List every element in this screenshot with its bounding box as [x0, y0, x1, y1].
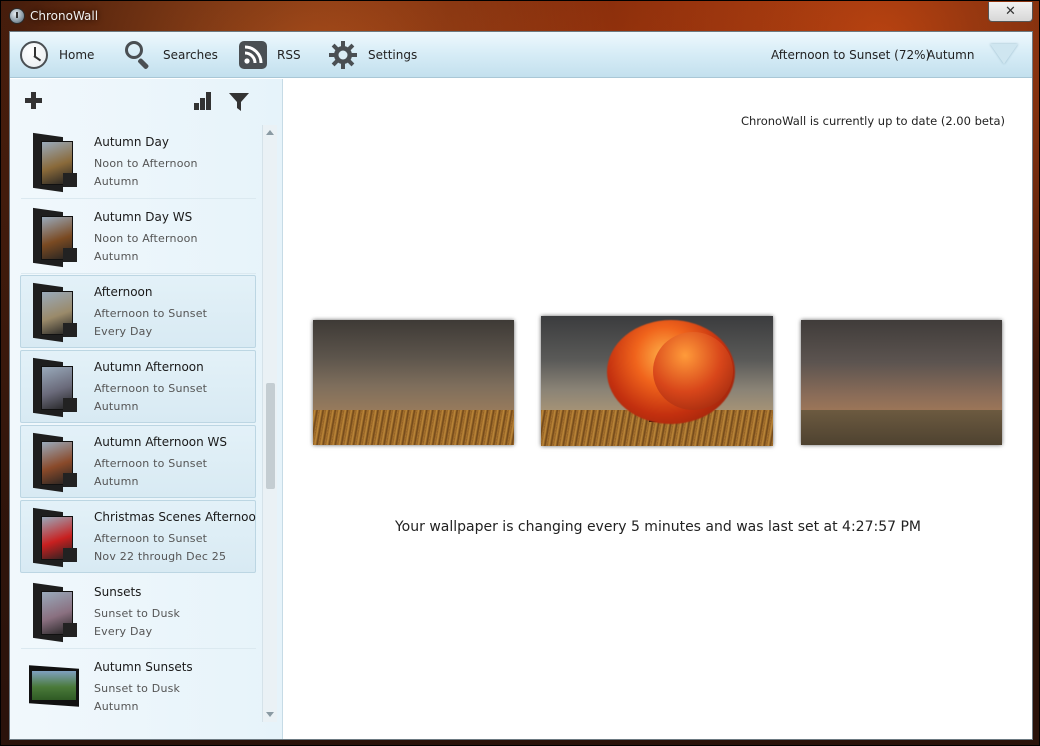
window-title: ChronoWall: [30, 9, 99, 23]
theme-name: Afternoon: [94, 285, 153, 299]
theme-schedule: Every Day: [94, 325, 153, 338]
theme-schedule: Autumn: [94, 700, 139, 713]
window-frame: ChronoWall ✕ Home Searches RSS Settings …: [0, 0, 1040, 746]
theme-list-item[interactable]: Autumn Day Noon to Afternoon Autumn: [20, 125, 256, 199]
theme-thumbnail: [33, 282, 77, 343]
theme-schedule: Every Day: [94, 625, 153, 638]
current-wallpaper-preview[interactable]: [541, 316, 773, 446]
theme-list: Autumn Day Noon to Afternoon Autumn Autu…: [20, 125, 256, 722]
scroll-thumb[interactable]: [266, 383, 275, 489]
theme-thumbnail: [33, 507, 77, 568]
sidebar: Autumn Day Noon to Afternoon Autumn Autu…: [10, 79, 283, 739]
theme-name: Autumn Day WS: [94, 210, 193, 224]
theme-period: Noon to Afternoon: [94, 157, 198, 170]
theme-name: Autumn Afternoon WS: [94, 435, 228, 449]
sidebar-scrollbar[interactable]: [262, 125, 277, 722]
filter-icon[interactable]: [229, 93, 249, 111]
previous-wallpaper-preview[interactable]: [313, 320, 514, 445]
main-panel: ChronoWall is currently up to date (2.00…: [284, 79, 1032, 739]
sidebar-toolbar: [10, 79, 283, 125]
stats-icon[interactable]: [194, 92, 212, 110]
scroll-down-arrow-icon[interactable]: [266, 712, 274, 717]
dropdown-triangle-icon[interactable]: [990, 44, 1018, 64]
theme-schedule: Nov 22 through Dec 25: [94, 550, 227, 563]
gear-icon: [328, 40, 358, 70]
theme-name: Christmas Scenes Afternoon: [94, 510, 256, 524]
home-button[interactable]: Home: [20, 32, 94, 78]
theme-thumbnail: [29, 665, 81, 709]
clock-icon: [20, 41, 48, 69]
theme-list-item[interactable]: Sunsets Sunset to Dusk Every Day: [20, 575, 256, 649]
next-wallpaper-preview[interactable]: [801, 320, 1002, 445]
search-icon: [123, 40, 153, 70]
theme-list-item[interactable]: Afternoon Afternoon to Sunset Every Day: [20, 275, 256, 348]
current-period-status: Afternoon to Sunset (72%): [771, 48, 931, 62]
theme-schedule: Autumn: [94, 400, 139, 413]
theme-list-item[interactable]: Autumn Day WS Noon to Afternoon Autumn: [20, 200, 256, 274]
theme-period: Noon to Afternoon: [94, 232, 198, 245]
theme-period: Afternoon to Sunset: [94, 382, 208, 395]
settings-button[interactable]: Settings: [328, 32, 417, 78]
theme-thumbnail: [33, 357, 77, 418]
home-label: Home: [59, 48, 95, 62]
theme-list-item[interactable]: Autumn Afternoon WS Afternoon to Sunset …: [20, 425, 256, 498]
theme-name: Sunsets: [94, 585, 142, 599]
theme-period: Afternoon to Sunset: [94, 532, 208, 545]
theme-thumbnail: [33, 582, 77, 643]
theme-period: Afternoon to Sunset: [94, 307, 208, 320]
theme-thumbnail: [33, 432, 77, 493]
rss-icon: [239, 41, 267, 69]
theme-list-item[interactable]: Autumn Sunsets Sunset to Dusk Autumn: [20, 650, 256, 722]
scroll-up-arrow-icon[interactable]: [266, 130, 274, 135]
searches-label: Searches: [163, 48, 218, 62]
theme-list-item[interactable]: Christmas Scenes Afternoon Afternoon to …: [20, 500, 256, 573]
update-status: ChronoWall is currently up to date (2.00…: [740, 114, 1005, 128]
theme-list-item[interactable]: Autumn Afternoon Afternoon to Sunset Aut…: [20, 350, 256, 423]
theme-thumbnail: [33, 207, 77, 268]
theme-schedule: Autumn: [94, 475, 139, 488]
theme-period: Sunset to Dusk: [94, 607, 181, 620]
theme-period: Afternoon to Sunset: [94, 457, 208, 470]
wallpaper-change-caption: Your wallpaper is changing every 5 minut…: [394, 519, 921, 535]
settings-label: Settings: [368, 48, 418, 62]
theme-name: Autumn Afternoon: [94, 360, 204, 374]
add-icon[interactable]: [25, 92, 42, 109]
app-icon[interactable]: [9, 8, 25, 24]
theme-schedule: Autumn: [94, 250, 139, 263]
close-button[interactable]: ✕: [988, 2, 1033, 22]
theme-thumbnail: [33, 132, 77, 193]
current-theme-status: Autumn: [927, 48, 975, 62]
toolbar: Home Searches RSS Settings Afternoon to …: [10, 32, 1032, 78]
theme-name: Autumn Day: [94, 135, 169, 149]
theme-period: Sunset to Dusk: [94, 682, 181, 695]
rss-label: RSS: [277, 48, 301, 62]
title-bar[interactable]: ChronoWall ✕: [1, 1, 1040, 31]
client-area: Home Searches RSS Settings Afternoon to …: [9, 31, 1033, 740]
theme-schedule: Autumn: [94, 175, 139, 188]
rss-button[interactable]: RSS: [239, 32, 301, 78]
theme-name: Autumn Sunsets: [94, 660, 193, 674]
searches-button[interactable]: Searches: [123, 32, 218, 78]
